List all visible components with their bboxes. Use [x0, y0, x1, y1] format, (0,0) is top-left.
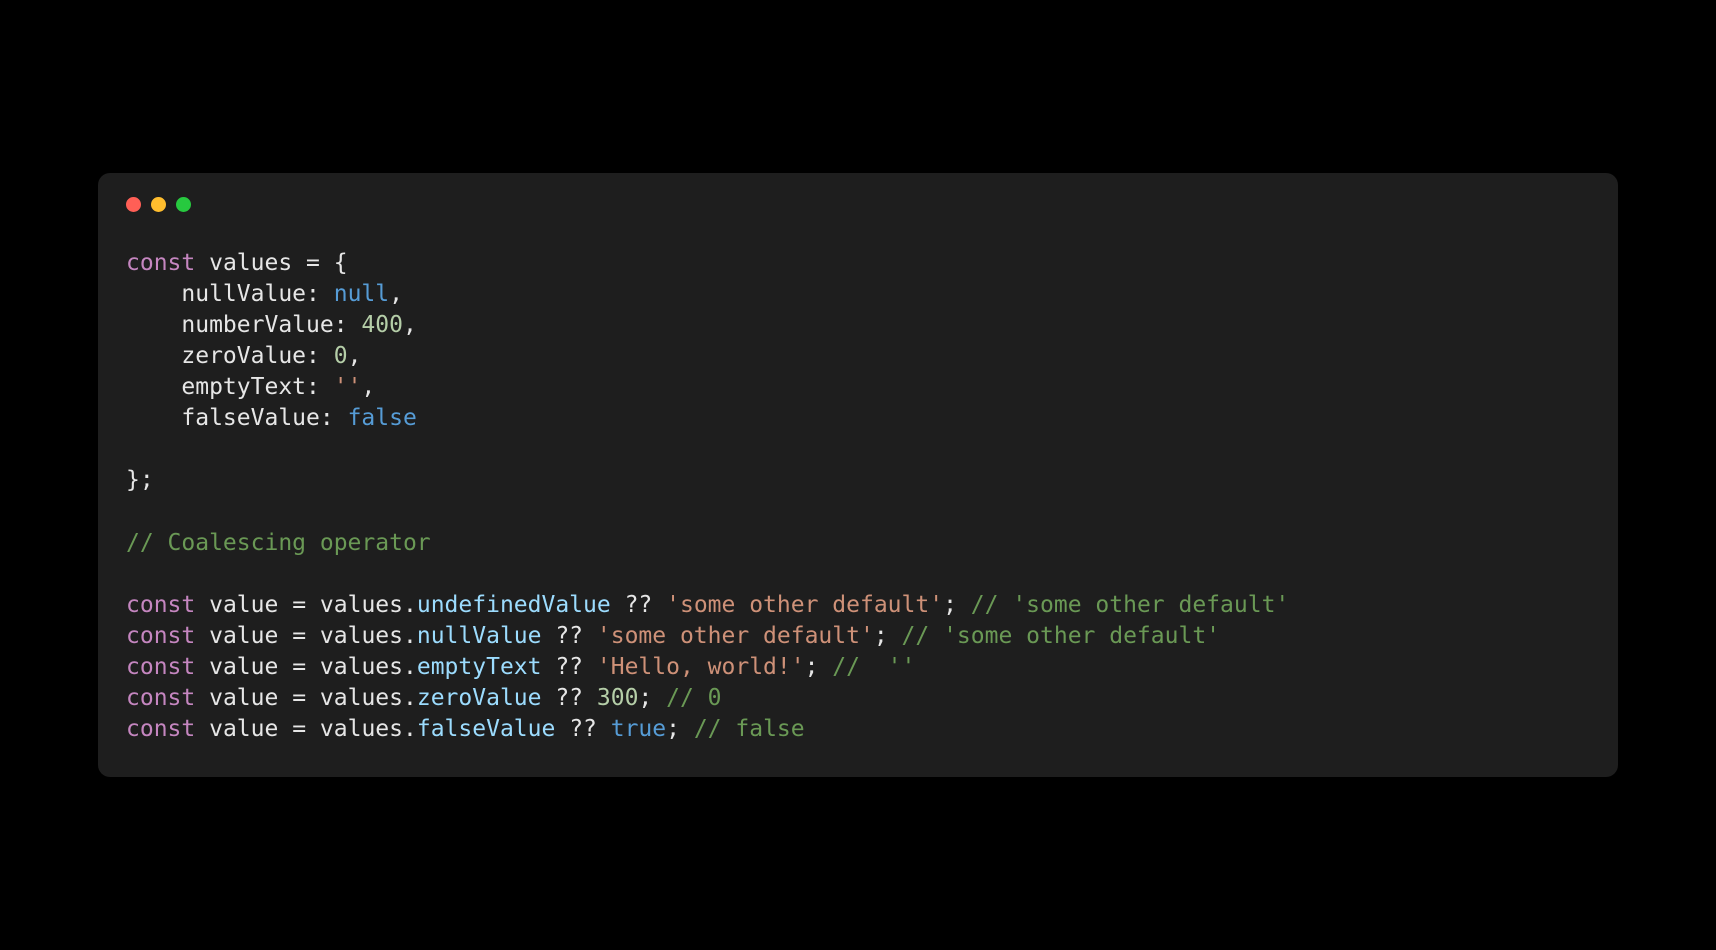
- property: emptyText: [181, 374, 306, 400]
- operator: =: [278, 623, 320, 649]
- operator: =: [278, 654, 320, 680]
- identifier: value: [209, 592, 278, 618]
- identifier: value: [209, 685, 278, 711]
- property-access: emptyText: [417, 654, 542, 680]
- punctuation: ;: [874, 623, 902, 649]
- number-literal: 400: [361, 312, 403, 338]
- keyword-const: const: [126, 592, 195, 618]
- keyword-const: const: [126, 654, 195, 680]
- punctuation: :: [306, 281, 334, 307]
- property-access: zeroValue: [417, 685, 542, 711]
- null-literal: null: [334, 281, 389, 307]
- operator: =: [278, 685, 320, 711]
- minimize-icon[interactable]: [151, 197, 166, 212]
- operator: ??: [555, 716, 610, 742]
- punctuation: :: [306, 374, 334, 400]
- property-access: undefinedValue: [417, 592, 611, 618]
- identifier: values: [209, 250, 292, 276]
- comment: // 0: [666, 685, 721, 711]
- window-titlebar: [126, 197, 1590, 212]
- punctuation: = {: [292, 250, 347, 276]
- string-literal: '': [334, 374, 362, 400]
- property: nullValue: [181, 281, 306, 307]
- punctuation: :: [320, 405, 348, 431]
- identifier: values: [320, 623, 403, 649]
- punctuation: :: [306, 343, 334, 369]
- code-block: const values = { nullValue: null, number…: [126, 248, 1590, 745]
- keyword-const: const: [126, 623, 195, 649]
- number-literal: 0: [334, 343, 348, 369]
- punctuation: ;: [805, 654, 833, 680]
- number-literal: 300: [597, 685, 639, 711]
- identifier: values: [320, 592, 403, 618]
- operator: =: [278, 592, 320, 618]
- punctuation: };: [126, 467, 154, 493]
- operator: ??: [611, 592, 666, 618]
- punctuation: ,: [348, 343, 362, 369]
- punctuation: ;: [638, 685, 666, 711]
- close-icon[interactable]: [126, 197, 141, 212]
- punctuation: .: [403, 654, 417, 680]
- property-access: falseValue: [417, 716, 555, 742]
- punctuation: ,: [389, 281, 403, 307]
- keyword-const: const: [126, 685, 195, 711]
- punctuation: ;: [943, 592, 971, 618]
- comment: // false: [694, 716, 805, 742]
- string-literal: 'Hello, world!': [597, 654, 805, 680]
- operator: ??: [541, 685, 596, 711]
- identifier: values: [320, 685, 403, 711]
- property: numberValue: [181, 312, 333, 338]
- punctuation: ;: [666, 716, 694, 742]
- punctuation: ,: [361, 374, 375, 400]
- identifier: values: [320, 716, 403, 742]
- comment: // 'some other default': [971, 592, 1290, 618]
- identifier: values: [320, 654, 403, 680]
- boolean-literal: true: [611, 716, 666, 742]
- punctuation: .: [403, 592, 417, 618]
- operator: ??: [541, 623, 596, 649]
- boolean-literal: false: [348, 405, 417, 431]
- comment: // 'some other default': [902, 623, 1221, 649]
- property-access: nullValue: [417, 623, 542, 649]
- property: zeroValue: [181, 343, 306, 369]
- code-window: const values = { nullValue: null, number…: [98, 173, 1618, 777]
- identifier: value: [209, 654, 278, 680]
- keyword-const: const: [126, 250, 195, 276]
- comment: // '': [832, 654, 915, 680]
- keyword-const: const: [126, 716, 195, 742]
- operator: =: [278, 716, 320, 742]
- maximize-icon[interactable]: [176, 197, 191, 212]
- punctuation: :: [334, 312, 362, 338]
- identifier: value: [209, 623, 278, 649]
- punctuation: ,: [403, 312, 417, 338]
- punctuation: .: [403, 685, 417, 711]
- property: falseValue: [181, 405, 319, 431]
- comment: // Coalescing operator: [126, 530, 431, 556]
- punctuation: .: [403, 623, 417, 649]
- identifier: value: [209, 716, 278, 742]
- operator: ??: [541, 654, 596, 680]
- string-literal: 'some other default': [597, 623, 874, 649]
- punctuation: .: [403, 716, 417, 742]
- string-literal: 'some other default': [666, 592, 943, 618]
